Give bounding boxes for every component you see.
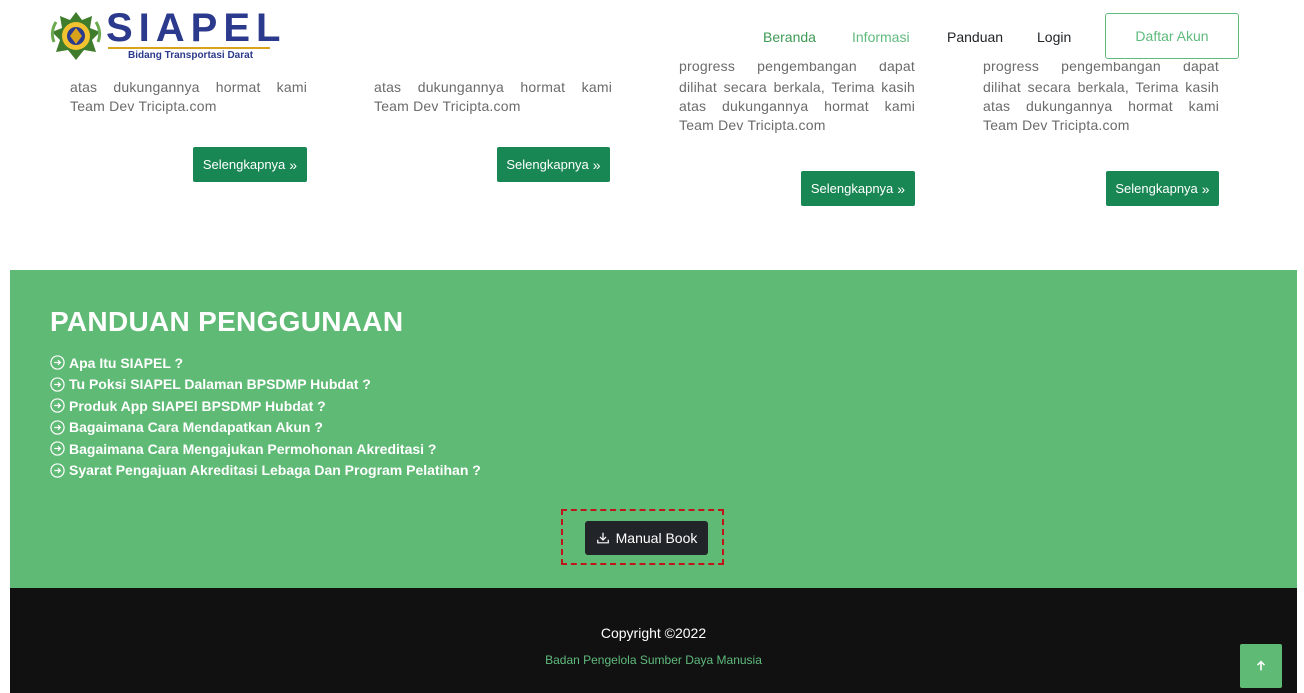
selengkapnya-label: Selengkapnya (810, 181, 894, 196)
faq-item-tupoksi[interactable]: Tu Poksi SIAPEL Dalaman BPSDMP Hubdat ? (50, 374, 481, 396)
panduan-title: PANDUAN PENGGUNAAN (50, 306, 404, 337)
faq-item-mendapatkan-akun[interactable]: Bagaimana Cara Mendapatkan Akun ? (50, 417, 481, 439)
card-line: atas dukungannya hormat kami (374, 79, 612, 95)
siapel-logo[interactable]: SIAPEL Bidang Transportasi Darat (48, 6, 280, 63)
faq-list: Apa Itu SIAPEL ? Tu Poksi SIAPEL Dalaman… (50, 352, 481, 481)
faq-label: Bagaimana Cara Mendapatkan Akun ? (69, 419, 323, 436)
page: atas dukungannya hormat kami Team Dev Tr… (0, 0, 1304, 693)
news-card-text-1: atas dukungannya hormat kami Team Dev Tr… (70, 66, 307, 116)
download-icon (596, 532, 609, 544)
faq-item-permohonan-akreditasi[interactable]: Bagaimana Cara Mengajukan Permohonan Akr… (50, 438, 481, 460)
nav-link-informasi[interactable]: Informasi (852, 29, 910, 45)
card-line: atas dukungannya hormat kami (70, 79, 307, 95)
double-chevron-right-icon: » (289, 156, 298, 173)
card-line: Team Dev Tricipta.com (679, 117, 826, 133)
double-chevron-right-icon: » (1201, 180, 1210, 197)
selengkapnya-label: Selengkapnya (506, 157, 589, 172)
selengkapnya-label: Selengkapnya (1115, 181, 1198, 196)
page-margin-right (1297, 0, 1304, 693)
circle-arrow-right-icon (50, 398, 65, 413)
scroll-to-top-button[interactable] (1240, 644, 1282, 688)
selengkapnya-button-4[interactable]: Selengkapnya » (1106, 171, 1219, 206)
faq-item-syarat-pengajuan[interactable]: Syarat Pengajuan Akreditasi Lebaga Dan P… (50, 460, 481, 482)
double-chevron-right-icon: » (592, 156, 601, 173)
faq-label: Syarat Pengajuan Akreditasi Lebaga Dan P… (69, 462, 481, 479)
card-line: progress pengembangan dapat (983, 62, 1219, 74)
selengkapnya-button-2[interactable]: Selengkapnya » (497, 147, 610, 182)
card-line: dilihat secara berkala, Terima kasih (983, 79, 1219, 95)
faq-label: Apa Itu SIAPEL ? (69, 354, 184, 371)
circle-arrow-right-icon (50, 420, 65, 435)
circle-arrow-right-icon (50, 441, 65, 456)
card-line: Team Dev Tricipta.com (983, 117, 1130, 133)
manual-book-highlight: Manual Book (561, 509, 724, 565)
arrow-up-icon (1256, 660, 1266, 671)
card-line: Team Dev Tricipta.com (374, 98, 521, 114)
selengkapnya-button-1[interactable]: Selengkapnya » (193, 147, 307, 182)
news-card-text-2: atas dukungannya hormat kami Team Dev Tr… (374, 66, 612, 116)
card-line: atas dukungannya hormat kami (679, 98, 915, 114)
emblem-icon (50, 12, 102, 60)
circle-arrow-right-icon (50, 377, 65, 392)
card-line: dilihat secara berkala, Terima kasih (679, 79, 915, 95)
selengkapnya-label: Selengkapnya (202, 157, 286, 172)
card-line: Team Dev Tricipta.com (70, 98, 217, 114)
site-footer: Copyright ©2022 Badan Pengelola Sumber D… (10, 588, 1297, 693)
card-line: atas dukungannya hormat kami (983, 98, 1219, 114)
faq-label: Produk App SIAPEl BPSDMP Hubdat ? (69, 397, 326, 414)
nav-link-beranda[interactable]: Beranda (763, 29, 816, 45)
copyright-text: Copyright ©2022 (600, 625, 707, 641)
card-line: progress pengembangan dapat (679, 62, 915, 74)
logo-wordmark: SIAPEL (106, 6, 287, 50)
circle-arrow-right-icon (50, 463, 65, 478)
faq-label: Tu Poksi SIAPEL Dalaman BPSDMP Hubdat ? (69, 376, 371, 393)
nav-link-login[interactable]: Login (1037, 29, 1071, 45)
news-card-text-4: progress pengembangan dapat dilihat seca… (983, 62, 1219, 135)
faq-label: Bagaimana Cara Mengajukan Permohonan Akr… (69, 440, 437, 457)
panduan-section: PANDUAN PENGGUNAAN Apa Itu SIAPEL ? Tu P… (10, 270, 1297, 588)
manual-book-label: Manual Book (615, 530, 698, 546)
daftar-akun-button[interactable]: Daftar Akun (1105, 13, 1239, 59)
circle-arrow-right-icon (50, 355, 65, 370)
news-card-text-3: progress pengembangan dapat dilihat seca… (679, 62, 915, 135)
page-margin-left (0, 0, 10, 693)
selengkapnya-button-3[interactable]: Selengkapnya » (801, 171, 915, 206)
logo-underline (108, 47, 270, 49)
site-header: SIAPEL Bidang Transportasi Darat Beranda… (10, 0, 1297, 64)
logo-subtitle: Bidang Transportasi Darat (128, 50, 254, 61)
nav-link-panduan[interactable]: Panduan (947, 29, 1003, 45)
faq-item-apa-itu-siapel[interactable]: Apa Itu SIAPEL ? (50, 352, 481, 374)
organization-name: Badan Pengelola Sumber Daya Manusia (545, 653, 762, 667)
double-chevron-right-icon: » (897, 180, 906, 197)
manual-book-button[interactable]: Manual Book (585, 521, 708, 555)
faq-item-produk-app[interactable]: Produk App SIAPEl BPSDMP Hubdat ? (50, 395, 481, 417)
